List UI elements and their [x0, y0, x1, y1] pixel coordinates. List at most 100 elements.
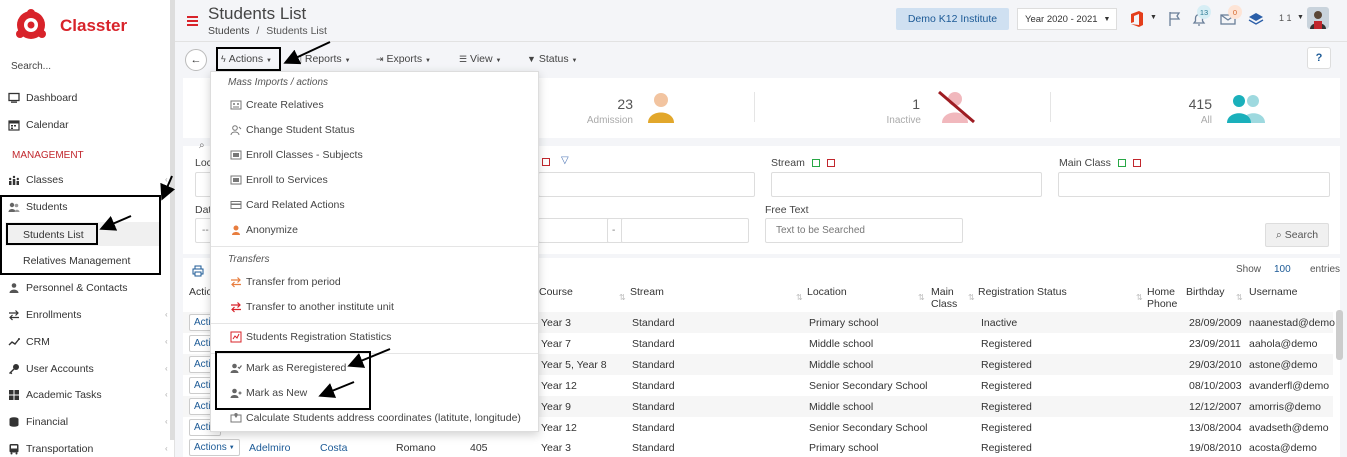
chevron-left-icon: ‹: [165, 390, 168, 399]
office-icon[interactable]: [1128, 10, 1146, 28]
sidebar-item-classes[interactable]: Classes: [8, 171, 63, 189]
user-label[interactable]: 1 1: [1279, 13, 1292, 23]
sidebar-item-crm[interactable]: CRM: [8, 333, 50, 351]
first-name-link[interactable]: Adelmiro: [249, 442, 290, 454]
stat-admission-value: 23: [617, 96, 633, 112]
chevron-left-icon: ‹: [165, 337, 168, 346]
username-cell: avadseth@demo: [1249, 422, 1329, 434]
tasks-icon: [8, 389, 20, 401]
sidebar-item-enrollments[interactable]: Enrollments: [8, 306, 81, 324]
column-header-registration-status[interactable]: Registration Status: [978, 286, 1067, 298]
menu-item-label: Transfer from period: [246, 276, 341, 288]
column-header-username[interactable]: Username: [1249, 286, 1297, 298]
institute-button[interactable]: Demo K12 Institute: [896, 8, 1009, 30]
stat-all-label: All: [1200, 115, 1212, 126]
stream-cell: Standard: [632, 401, 675, 413]
column-header-birthday[interactable]: Birthday: [1186, 286, 1225, 298]
monitor-icon: [8, 92, 20, 104]
table-scrollbar[interactable]: [1336, 310, 1343, 360]
sidebar-item-financial[interactable]: Financial: [8, 413, 68, 431]
stream-input[interactable]: [771, 172, 1042, 197]
search-button[interactable]: ⌕ Search: [1265, 223, 1329, 247]
menu-item-change-student-status[interactable]: Change Student Status: [230, 124, 355, 136]
stream-label-text: Stream: [771, 157, 805, 169]
clear-filter-icon[interactable]: [826, 159, 835, 168]
main-class-input[interactable]: [1058, 172, 1330, 197]
sidebar-item-user-accounts[interactable]: User Accounts: [8, 360, 94, 378]
column-header-location[interactable]: Location: [807, 286, 847, 298]
clear-filter-icon[interactable]: [542, 158, 550, 166]
sort-icon[interactable]: ⇅: [968, 293, 975, 302]
sort-icon[interactable]: ⇅: [619, 293, 626, 302]
chevron-left-icon: ‹: [165, 310, 168, 319]
free-text-input[interactable]: Text to be Searched: [765, 218, 963, 243]
check-icon[interactable]: [1117, 159, 1126, 168]
row-actions-button[interactable]: Actions ▼: [189, 439, 240, 456]
status-cell: Registered: [981, 422, 1032, 434]
column-header-main-class[interactable]: Main Class: [931, 286, 961, 310]
range-to-input[interactable]: [621, 218, 749, 243]
page-title: Students List: [208, 4, 307, 23]
status-menu-button[interactable]: ▼ Status ▼: [527, 53, 578, 65]
sort-icon[interactable]: ⇅: [918, 293, 925, 302]
clear-filter-icon[interactable]: [1132, 159, 1141, 168]
location-cell: Senior Secondary School: [809, 422, 928, 434]
location-cell: Middle school: [809, 359, 874, 371]
print-icon[interactable]: [192, 265, 204, 277]
menu-item-card-related-actions[interactable]: Card Related Actions: [230, 199, 345, 211]
sidebar-item-personnel[interactable]: Personnel & Contacts: [8, 279, 128, 297]
caret-down-icon: ▼: [228, 444, 235, 451]
avatar[interactable]: [1307, 7, 1329, 29]
classter-logo-icon[interactable]: [14, 8, 48, 42]
column-header-stream[interactable]: Stream: [630, 286, 664, 298]
table-row[interactable]: Actions ▼ Adelmiro Costa Romano 405 Year …: [183, 437, 1333, 457]
menu-item-registration-statistics[interactable]: Students Registration Statistics: [230, 331, 391, 343]
menu-item-transfer-from-period[interactable]: Transfer from period: [230, 276, 341, 288]
sort-icon[interactable]: ⇅: [796, 293, 803, 302]
all-persons-icon[interactable]: [1225, 93, 1267, 123]
sidebar-item-transportation[interactable]: Transportation: [8, 440, 93, 457]
hamburger-menu-icon[interactable]: [187, 16, 198, 26]
sort-icon[interactable]: ⇅: [1236, 293, 1243, 302]
menu-item-enroll-classes-subjects[interactable]: Enroll Classes - Subjects: [230, 149, 363, 161]
sidebar-item-dashboard[interactable]: Dashboard: [8, 89, 77, 107]
column-header-home-phone[interactable]: Home Phone: [1147, 286, 1179, 310]
menu-item-create-relatives[interactable]: Create Relatives: [230, 99, 324, 111]
column-header-course[interactable]: Course: [539, 286, 573, 298]
sidebar-scrollbar[interactable]: [170, 0, 175, 440]
check-icon[interactable]: [811, 159, 820, 168]
funnel-icon[interactable]: ▽: [561, 155, 569, 166]
menu-item-anonymize[interactable]: Anonymize: [230, 224, 298, 236]
menu-item-transfer-institute-unit[interactable]: Transfer to another institute unit: [230, 301, 394, 313]
inactive-person-icon[interactable]: [937, 89, 977, 125]
page-size-select[interactable]: 100: [1274, 264, 1291, 275]
breadcrumb-item-current: Students List: [266, 25, 327, 37]
menu-item-enroll-to-services[interactable]: Enroll to Services: [230, 174, 328, 186]
help-button[interactable]: ?: [1307, 47, 1331, 69]
menu-item-calculate-coordinates[interactable]: Calculate Students address coordinates (…: [230, 412, 521, 424]
username-cell: astone@demo: [1249, 359, 1318, 371]
location-cell: Middle school: [809, 338, 874, 350]
view-menu-button[interactable]: ☰ View ▼: [459, 53, 501, 65]
stream-cell: Standard: [632, 442, 675, 454]
reports-menu-button[interactable]: ▯ Reports ▼: [297, 53, 351, 65]
breadcrumb-item-students[interactable]: Students: [208, 25, 249, 37]
layers-icon[interactable]: [1247, 10, 1265, 28]
year-select[interactable]: Year 2020 - 2021 ▼: [1017, 8, 1117, 30]
filter-input-middle[interactable]: [538, 172, 755, 197]
exports-menu-button[interactable]: ⇥ Exports ▼: [376, 53, 431, 65]
sidebar-search-input[interactable]: Search...: [11, 61, 51, 72]
sidebar-item-academic-tasks[interactable]: Academic Tasks: [8, 386, 102, 404]
username-cell: aahola@demo: [1249, 338, 1318, 350]
column-header-actions[interactable]: Actio: [189, 286, 212, 298]
flag-icon[interactable]: [1166, 10, 1184, 28]
status-cell: Registered: [981, 338, 1032, 350]
last-name-link[interactable]: Costa: [320, 442, 347, 454]
admission-person-icon[interactable]: [646, 91, 676, 123]
sidebar-item-calendar[interactable]: Calendar: [8, 116, 69, 134]
sort-icon[interactable]: ⇅: [1136, 293, 1143, 302]
back-button[interactable]: ←: [185, 49, 207, 71]
user-status-icon: [230, 124, 242, 136]
range-from-input[interactable]: [538, 218, 610, 243]
entries-label: entries: [1310, 264, 1341, 275]
